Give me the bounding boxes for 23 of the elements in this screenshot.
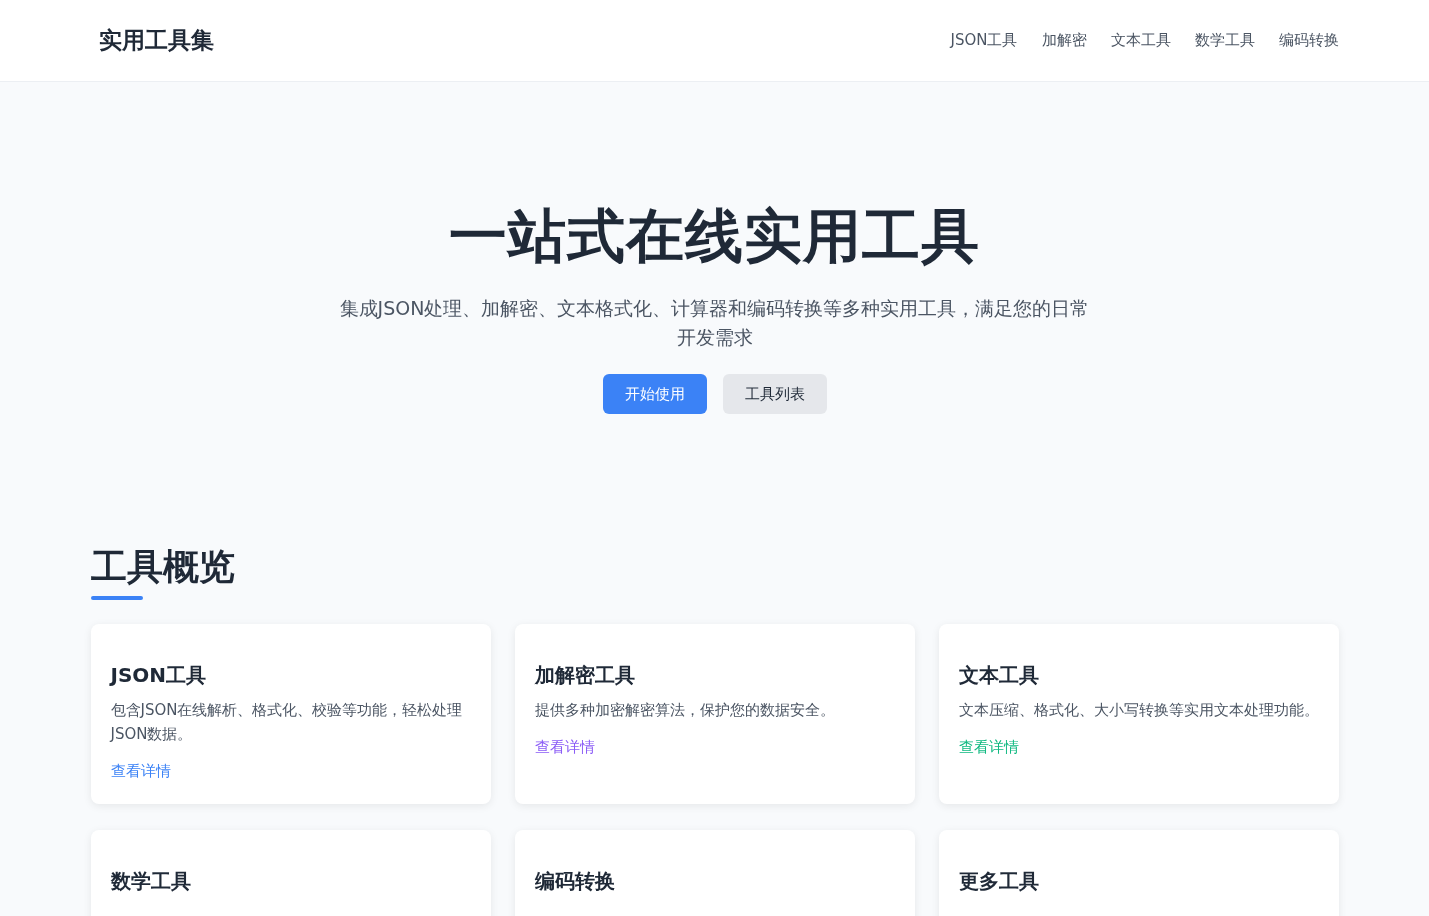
nav-link[interactable]: 文本工具: [1110, 29, 1171, 52]
card-description: 文本压缩、格式化、大小写转换等实用文本处理功能。: [958, 700, 1319, 722]
site-logo[interactable]: 实用工具集: [98, 23, 214, 58]
section-title: 工具概览: [90, 545, 235, 590]
nav-link[interactable]: JSON工具: [950, 29, 1018, 52]
card-title: 编码转换: [534, 868, 616, 896]
card-title: 加解密工具: [534, 662, 636, 690]
card-title: 数学工具: [110, 868, 192, 896]
nav-link[interactable]: 数学工具: [1194, 29, 1255, 52]
hero-subtitle: 集成JSON处理、加解密、文本格式化、计算器和编码转换等多种实用工具，满足您的日常开发需求: [339, 295, 1090, 350]
details-link[interactable]: 查看详情: [534, 736, 595, 759]
tool-list-button[interactable]: 工具列表: [722, 373, 827, 415]
start-button[interactable]: 开始使用: [602, 373, 707, 415]
card-title: JSON工具: [110, 662, 208, 690]
card-title: 更多工具: [958, 868, 1040, 896]
hero-title: 一站式在线实用工具: [448, 202, 981, 272]
title-underline: [90, 596, 143, 601]
card-description: 包含JSON在线解析、格式化、校验等功能，轻松处理JSON数据。: [110, 700, 464, 746]
card-title: 文本工具: [958, 662, 1040, 690]
nav-link[interactable]: 加解密: [1041, 29, 1087, 52]
nav-link[interactable]: 编码转换: [1278, 29, 1339, 52]
card-description: 提供多种加密解密算法，保护您的数据安全。: [534, 700, 836, 722]
details-link[interactable]: 查看详情: [110, 760, 171, 783]
